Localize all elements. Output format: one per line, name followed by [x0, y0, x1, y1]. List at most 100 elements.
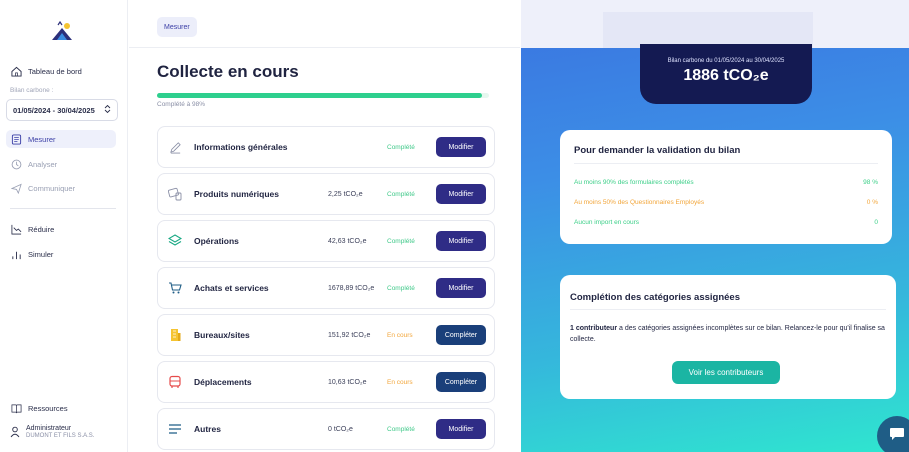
category-title: Opérations: [194, 236, 239, 246]
category-row: Déplacements 10,63 tCO₂e En cours Compléter: [157, 361, 495, 403]
nav-analyser-label: Analyser: [28, 159, 58, 169]
criterion-imports: Aucun import en cours: [574, 219, 640, 226]
user-role: Administrateur: [26, 425, 72, 432]
category-status: Complété: [387, 237, 415, 245]
complete-button[interactable]: Compléter: [436, 372, 486, 392]
category-title: Bureaux/sites: [194, 330, 250, 340]
category-title: Autres: [194, 424, 221, 434]
categories-card: Complétion des catégories assignées 1 co…: [560, 275, 896, 399]
categories-description: 1 contributeur a des catégories assignée…: [570, 323, 888, 345]
nav-simuler[interactable]: Simuler: [10, 245, 53, 263]
category-value: 1678,89 tCO₂e: [328, 284, 375, 292]
category-status: En cours: [387, 331, 413, 339]
user-company: DUMONT ET FILS S.A.S.: [26, 433, 95, 439]
category-value: 42,63 tCO₂e: [328, 237, 367, 245]
nav-mesurer[interactable]: Mesurer: [6, 130, 116, 148]
topbar: Mesurer: [129, 0, 520, 48]
category-title: Déplacements: [194, 377, 252, 387]
devices-icon: [168, 187, 182, 201]
complete-button[interactable]: Compléter: [436, 325, 486, 345]
user-icon: [10, 425, 20, 443]
app-logo[interactable]: [50, 20, 74, 42]
right-header: [521, 0, 909, 48]
layers-icon: [168, 234, 182, 248]
chat-icon: [889, 427, 905, 446]
modify-button[interactable]: Modifier: [436, 231, 486, 251]
period-label: Bilan carbone :: [10, 87, 54, 94]
trend-down-icon: [10, 223, 22, 235]
category-row: Achats et services 1678,89 tCO₂e Complété M…: [157, 267, 495, 309]
nav-simuler-label: Simuler: [28, 249, 54, 259]
criterion-forms-value: 98 %: [863, 179, 878, 186]
category-row: Autres 0 tCO₂e Complété Modifier: [157, 408, 495, 450]
clock-icon: [10, 158, 22, 170]
category-title: Informations générales: [194, 142, 288, 152]
nav-communiquer[interactable]: Communiquer: [10, 179, 75, 197]
category-status: Complété: [387, 190, 415, 198]
category-value: 10,63 tCO₂e: [328, 378, 367, 386]
categories-desc-rest: a des catégories assignées incomplètes s…: [570, 325, 885, 343]
nav-reduire[interactable]: Réduire: [10, 220, 54, 238]
category-row: Bureaux/sites 151,92 tCO₂e En cours Complét…: [157, 314, 495, 356]
category-title: Achats et services: [194, 283, 269, 293]
nav-communiquer-label: Communiquer: [28, 183, 76, 193]
bus-icon: [168, 375, 182, 389]
chat-button[interactable]: [877, 416, 909, 452]
home-icon: [10, 65, 22, 77]
category-status: Complété: [387, 284, 415, 292]
category-value: 0 tCO₂e: [328, 425, 353, 433]
category-row: Informations générales Complété Modifier: [157, 126, 495, 168]
nav-dashboard[interactable]: Tableau de bord: [10, 62, 82, 80]
page-title: Collecte en cours: [157, 62, 299, 81]
nav-reduire-label: Réduire: [28, 224, 55, 234]
nav-ressources-label: Ressources: [28, 403, 68, 413]
criterion-imports-value: 0: [874, 219, 878, 226]
category-title: Produits numériques: [194, 189, 280, 199]
nav-analyser[interactable]: Analyser: [10, 155, 57, 173]
category-status: Complété: [387, 143, 415, 151]
category-value: 151,92 tCO₂e: [328, 331, 371, 339]
book-icon: [10, 402, 22, 414]
modify-button[interactable]: Modifier: [436, 278, 486, 298]
send-icon: [10, 182, 22, 194]
pen-icon: [168, 140, 182, 154]
modify-button[interactable]: Modifier: [436, 184, 486, 204]
menu-icon: [168, 422, 182, 436]
validation-card: Pour demander la validation du bilan Au …: [560, 130, 892, 244]
period-value: 01/05/2024 - 30/04/2025: [13, 105, 95, 115]
categories-desc-bold: 1 contributeur: [570, 325, 618, 332]
bar-chart-icon: [10, 248, 22, 260]
building-icon: [168, 328, 182, 342]
sidebar: Tableau de bord Bilan carbone : 01/05/20…: [0, 0, 128, 452]
nav-mesurer-label: Mesurer: [28, 134, 56, 144]
breadcrumb[interactable]: Mesurer: [157, 17, 197, 37]
cart-icon: [168, 281, 182, 295]
progress-text: Complété à 98%: [157, 101, 206, 108]
sidebar-divider: [10, 208, 116, 209]
modify-button[interactable]: Modifier: [436, 419, 486, 439]
criterion-forms: Au moins 90% des formulaires complétés: [574, 179, 694, 186]
nav-dashboard-label: Tableau de bord: [28, 66, 82, 76]
category-value: 2,25 tCO₂e: [328, 190, 363, 198]
category-status: Complété: [387, 425, 415, 433]
modify-button[interactable]: Modifier: [436, 137, 486, 157]
carbon-summary: Bilan carbone du 01/05/2024 au 30/04/202…: [640, 44, 812, 104]
carbon-summary-value: 1886 tCO₂e: [683, 67, 769, 84]
nav-ressources[interactable]: Ressources: [10, 399, 68, 417]
up-down-icon: [104, 104, 111, 116]
categories-title: Complétion des catégories assignées: [570, 292, 741, 303]
carbon-summary-label: Bilan carbone du 01/05/2024 au 30/04/202…: [667, 58, 785, 64]
user-profile[interactable]: Administrateur DUMONT ET FILS S.A.S.: [10, 425, 94, 443]
criterion-employees: Au moins 50% des Questionnaires Employés: [574, 199, 705, 206]
progress-fill: [157, 93, 483, 98]
criterion-employees-value: 0 %: [866, 199, 878, 206]
validation-title: Pour demander la validation du bilan: [574, 145, 741, 156]
period-select[interactable]: 01/05/2024 - 30/04/2025: [6, 99, 118, 121]
progress-bar: [157, 93, 489, 98]
category-row: Opérations 42,63 tCO₂e Complété Modifier: [157, 220, 495, 262]
category-row: Produits numériques 2,25 tCO₂e Complété Mod…: [157, 173, 495, 215]
category-status: En cours: [387, 378, 413, 386]
view-contributors-button[interactable]: Voir les contributeurs: [672, 361, 780, 384]
list-icon: [10, 133, 22, 145]
right-panel: Bilan carbone du 01/05/2024 au 30/04/202…: [521, 0, 909, 452]
